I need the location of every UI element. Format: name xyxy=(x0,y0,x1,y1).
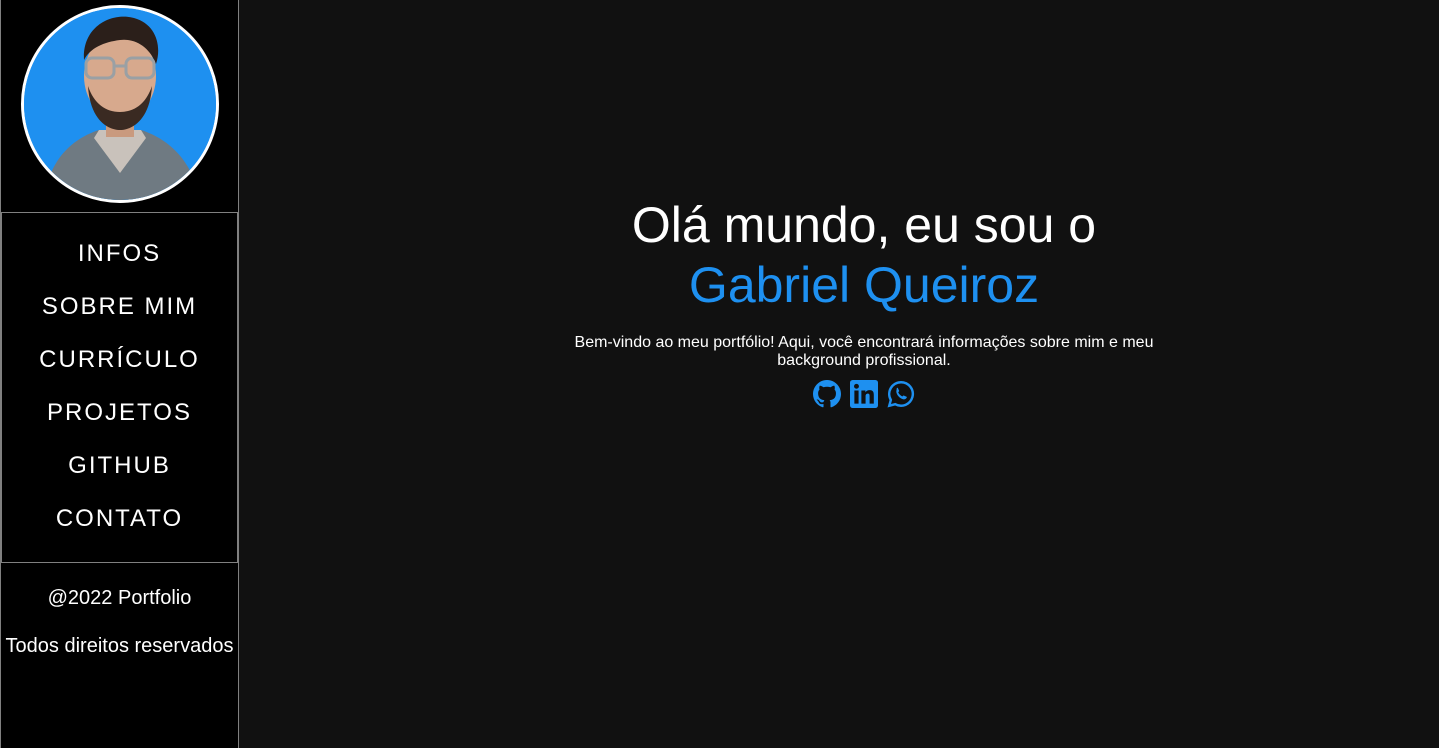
avatar-photo xyxy=(24,8,216,200)
linkedin-icon[interactable] xyxy=(850,380,878,408)
footer-copyright: @2022 Portfolio xyxy=(47,587,192,609)
sidebar-nav: INFOS SOBRE MIM CURRÍCULO PROJETOS GITHU… xyxy=(1,213,238,563)
nav-item-contato[interactable]: CONTATO xyxy=(2,505,237,533)
nav-item-github[interactable]: GITHUB xyxy=(2,452,237,480)
footer-rights: Todos direitos reservados xyxy=(5,635,234,657)
nav-item-infos[interactable]: INFOS xyxy=(2,240,237,268)
hero: Olá mundo, eu sou o Gabriel Queiroz Bem-… xyxy=(239,195,1439,408)
github-icon[interactable] xyxy=(813,380,841,408)
hero-description: Bem-vindo ao meu portfólio! Aqui, você e… xyxy=(574,334,1154,369)
social-links xyxy=(239,380,1439,408)
main-content: Olá mundo, eu sou o Gabriel Queiroz Bem-… xyxy=(239,0,1439,748)
nav-item-projetos[interactable]: PROJETOS xyxy=(2,399,237,427)
hero-headline: Olá mundo, eu sou o xyxy=(631,197,1097,253)
nav-item-sobre-mim[interactable]: SOBRE MIM xyxy=(2,293,237,321)
hero-name: Gabriel Queiroz xyxy=(688,257,1040,313)
avatar xyxy=(21,5,219,203)
whatsapp-icon[interactable] xyxy=(887,380,915,408)
sidebar: INFOS SOBRE MIM CURRÍCULO PROJETOS GITHU… xyxy=(0,0,239,748)
avatar-section xyxy=(1,0,238,213)
nav-item-curriculo[interactable]: CURRÍCULO xyxy=(2,346,237,374)
